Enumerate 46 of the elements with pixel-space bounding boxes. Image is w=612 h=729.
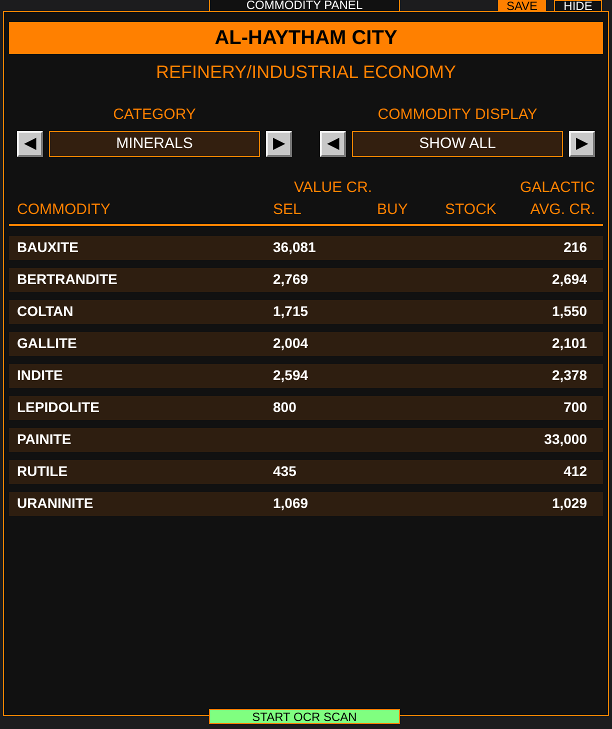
column-header: GALACTIC — [520, 178, 595, 198]
column-header: COMMODITY — [17, 200, 112, 220]
average-price: 1,550 — [552, 302, 588, 321]
sell-price: 800 — [273, 398, 298, 417]
sell-price: 435 — [273, 462, 298, 481]
column-header: AVG. CR. — [530, 200, 595, 220]
commodity-name: URANINITE — [17, 494, 94, 513]
average-price: 412 — [564, 462, 588, 481]
sell-price: 1,069 — [273, 494, 310, 513]
commodity-name: PAINITE — [17, 430, 72, 449]
commodity-name: LEPIDOLITE — [17, 398, 100, 417]
selector-label: COMMODITY DISPLAY — [378, 105, 538, 125]
sell-price: 2,004 — [273, 334, 310, 353]
average-price: 2,694 — [552, 270, 588, 289]
average-price: 700 — [564, 398, 588, 417]
commodity-name: BERTRANDITE — [17, 270, 118, 289]
next-button[interactable]: ▶ — [266, 130, 292, 156]
selector-label: CATEGORY — [113, 105, 196, 125]
average-price: 1,029 — [552, 494, 588, 513]
average-price: 2,101 — [552, 334, 588, 353]
commodity-name: GALLITE — [17, 334, 78, 353]
average-price: 2,378 — [552, 366, 588, 385]
station-name: AL-HAYTHAM CITY — [9, 22, 603, 54]
commodity-name: COLTAN — [17, 302, 74, 321]
next-button[interactable]: ▶ — [569, 130, 595, 156]
scan-button[interactable]: START OCR SCAN — [209, 709, 400, 724]
column-group-header: VALUE CR. — [294, 178, 372, 198]
hide-button[interactable]: HIDE — [554, 0, 602, 12]
selector-field[interactable]: MINERALS — [49, 130, 260, 156]
column-header: SEL — [273, 200, 302, 220]
commodity-name: RUTILE — [17, 462, 69, 481]
commodity-name: BAUXITE — [17, 238, 80, 257]
column-header: STOCK — [445, 200, 498, 220]
selector-field[interactable]: SHOW ALL — [352, 130, 563, 156]
commodity-name: INDITE — [17, 366, 64, 385]
sell-price: 2,769 — [273, 270, 310, 289]
average-price: 216 — [564, 238, 588, 257]
average-price: 33,000 — [544, 430, 588, 449]
sell-price: 1,715 — [273, 302, 310, 321]
sell-price: 36,081 — [273, 238, 317, 257]
save-button[interactable]: SAVE — [498, 0, 546, 12]
sell-price: 2,594 — [273, 366, 310, 385]
economy-label: REFINERY/INDUSTRIAL ECONOMY — [154, 61, 458, 84]
previous-button[interactable]: ◀ — [320, 130, 346, 156]
column-header: BUY — [377, 200, 409, 220]
previous-button[interactable]: ◀ — [17, 130, 43, 156]
